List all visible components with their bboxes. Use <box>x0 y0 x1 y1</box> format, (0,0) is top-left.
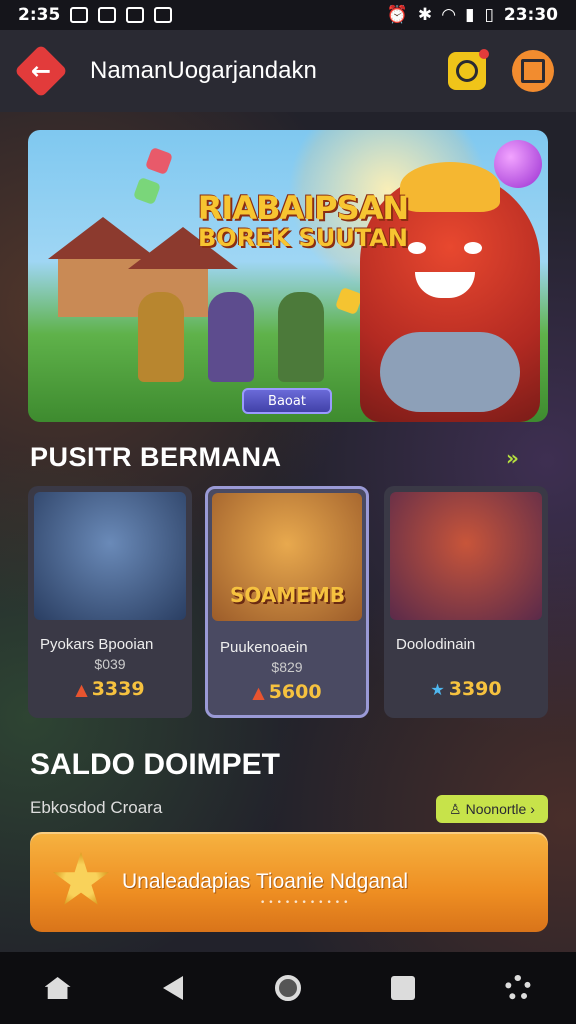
camera-button[interactable] <box>448 49 489 90</box>
section-title: PUSITR BERMANA <box>30 442 282 472</box>
battery-icon: ▯ <box>484 5 494 25</box>
nav-back[interactable] <box>153 968 193 1008</box>
notification-icon <box>98 7 117 23</box>
status-bar: 2:35 ⏰ ✱ ◠ ▮ ▯ 23:30 <box>0 0 576 30</box>
back-icon <box>162 976 183 1000</box>
gallery-icon <box>70 7 89 23</box>
app-header: ← NamanUogarjandakn <box>0 30 576 112</box>
star-badge-icon <box>53 852 109 905</box>
wifi-icon: ◠ <box>442 5 456 25</box>
wallet-banner[interactable]: Unaleadapias Tioanie Ndganal ••••••••••• <box>30 832 548 932</box>
chevron-right-icon: › <box>530 801 535 817</box>
card-price: ▲ 5600 <box>252 681 322 703</box>
magic-orb-icon <box>494 140 542 188</box>
youtube-icon <box>154 7 173 23</box>
bottom-nav-bar <box>0 952 576 1024</box>
warrior-figure <box>278 292 324 382</box>
arrow-left-icon: ← <box>30 56 52 85</box>
status-time: 2:35 <box>18 5 61 25</box>
card-image-label: SOAMEMB <box>230 583 346 607</box>
wallet-banner-text: Unaleadapias Tioanie Ndganal <box>122 870 409 893</box>
promo-banner[interactable]: RIABAIPSAN BOREK SUUTAN Baoat <box>28 130 548 422</box>
alarm-icon: ⏰ <box>386 5 408 25</box>
card-title: Pyokars Bpooian <box>40 636 154 653</box>
fire-icon: ▲ <box>75 680 88 699</box>
recents-icon <box>391 976 416 1000</box>
back-button[interactable]: ← <box>14 44 68 98</box>
nav-recents[interactable] <box>383 968 423 1008</box>
home-icon <box>44 977 71 999</box>
bluetooth-icon: ✱ <box>417 5 433 25</box>
card-price: ★ 3390 <box>430 678 502 700</box>
circle-icon <box>274 975 301 1001</box>
user-icon: ♙ <box>449 800 462 817</box>
warrior-figure <box>208 292 254 382</box>
card-image <box>390 492 542 620</box>
fullscreen-button[interactable] <box>512 50 554 92</box>
gem-icon <box>132 176 162 206</box>
card-subtitle: $829 <box>271 659 303 675</box>
see-more-link[interactable]: » <box>506 446 519 470</box>
nav-settings[interactable] <box>498 968 538 1008</box>
card-title: Doolodinain <box>396 636 476 653</box>
fire-icon: ▲ <box>252 683 265 702</box>
warrior-figure <box>138 292 184 382</box>
card-price: ▲ 3339 <box>75 678 145 700</box>
game-card[interactable]: Doolodinain ★ 3390 <box>384 486 548 718</box>
wallet-banner-subtext: ••••••••••• <box>260 898 352 908</box>
nav-home[interactable] <box>38 968 78 1008</box>
card-image <box>34 492 186 620</box>
signal-icon: ▮ <box>465 5 475 25</box>
wallet-subtitle: Ebkosdod Croara <box>30 798 163 817</box>
page-title: NamanUogarjandakn <box>90 57 317 84</box>
wallet-title: SALDO DOIMPET <box>30 748 281 781</box>
card-subtitle: $039 <box>94 656 126 672</box>
card-title: Puukenoaein <box>220 639 308 656</box>
star-icon: ★ <box>430 680 445 699</box>
home-notif-icon <box>126 7 145 23</box>
status-clock: 23:30 <box>503 5 558 25</box>
gem-icon <box>144 146 174 176</box>
game-logo: RIABAIPSAN BOREK SUUTAN <box>197 189 409 252</box>
banner-button[interactable]: Baoat <box>242 388 332 414</box>
notification-dot <box>479 49 489 59</box>
gear-icon <box>505 975 532 1001</box>
game-card-selected[interactable]: SOAMEMB Puukenoaein $829 ▲ 5600 <box>205 486 369 718</box>
wallet-chip-button[interactable]: ♙ Noonortle › <box>436 795 548 823</box>
nav-home-circle[interactable] <box>268 968 308 1008</box>
game-card[interactable]: Pyokars Bpooian $039 ▲ 3339 <box>28 486 192 718</box>
gem-icon <box>334 286 364 316</box>
